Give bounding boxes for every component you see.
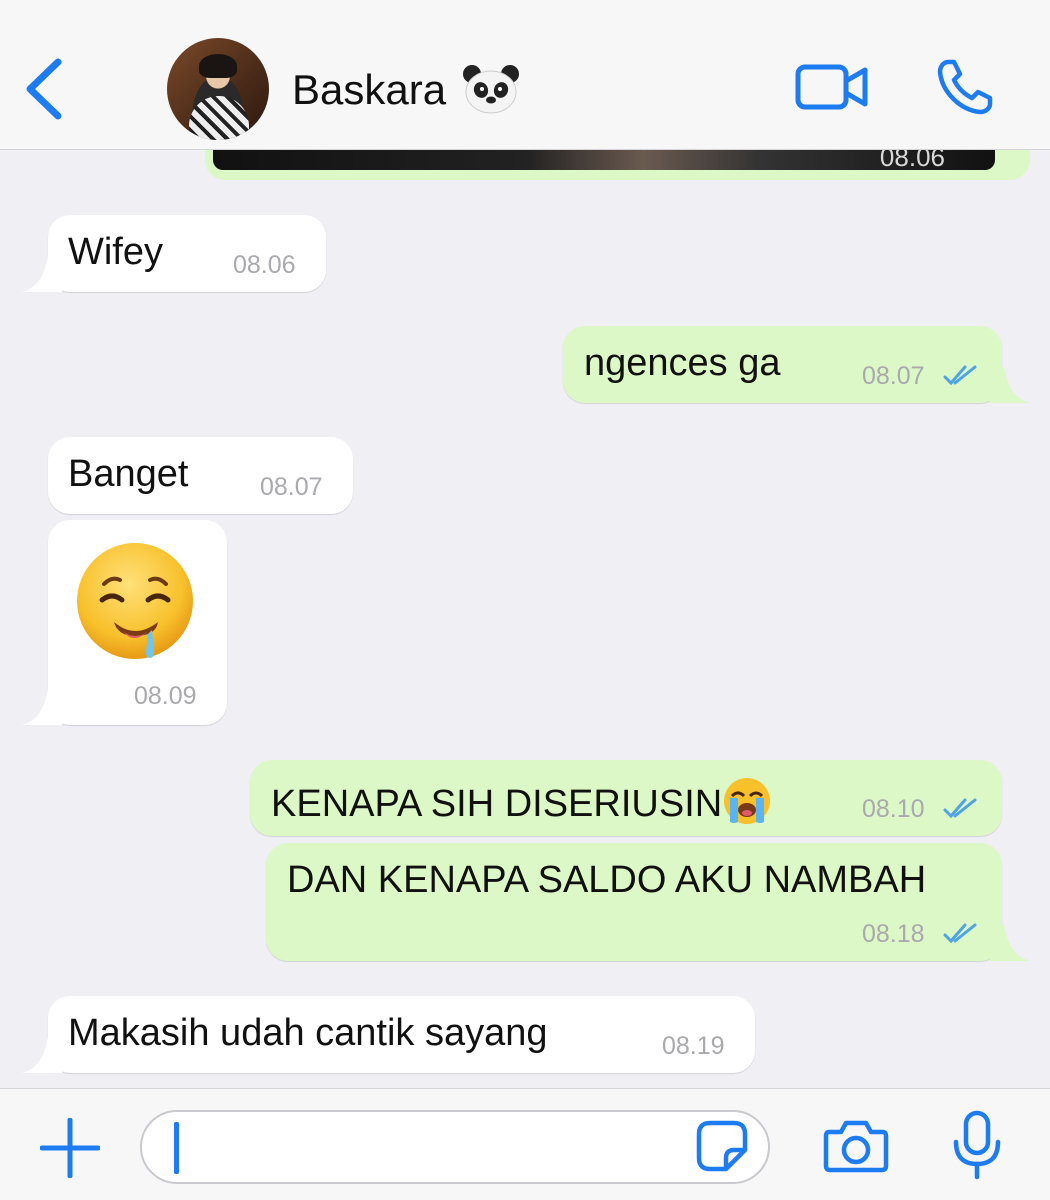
text-caret (174, 1122, 179, 1174)
message-time: 08.19 (662, 1032, 725, 1060)
message-text: ngences ga (584, 342, 781, 384)
video-call-icon[interactable] (795, 62, 869, 112)
read-ticks-icon (943, 365, 977, 386)
message-text-content: KENAPA SIH DISERIUSIN (271, 783, 723, 825)
message-time: 08.07 (862, 362, 925, 390)
phone-call-icon[interactable] (936, 58, 994, 116)
message-text: KENAPA SIH DISERIUSIN (271, 776, 772, 826)
bubble-tail (22, 689, 62, 725)
message-text: Wifey (68, 231, 163, 273)
loudly-crying-face-emoji-icon (724, 778, 771, 824)
panda-face-emoji-icon (463, 65, 519, 114)
bubble-tail (990, 367, 1030, 403)
message-time: 08.09 (134, 682, 197, 710)
incoming-message[interactable]: Wifey 08.06 (22, 215, 326, 292)
chat-header: Baskara (0, 0, 1050, 150)
microphone-icon[interactable] (950, 1110, 1004, 1180)
sticker-icon[interactable] (696, 1120, 748, 1172)
outgoing-message[interactable]: ngences ga 08.07 (563, 326, 1030, 403)
message-input[interactable] (140, 1110, 770, 1184)
contact-name[interactable]: Baskara (292, 66, 446, 114)
message-time: 08.07 (260, 473, 323, 501)
outgoing-message[interactable]: KENAPA SIH DISERIUSIN 08.10 (250, 760, 1002, 836)
read-ticks-icon (943, 798, 977, 819)
incoming-message[interactable]: Makasih udah cantik sayang 08.19 (22, 996, 755, 1073)
previous-message-time: 08.06 (879, 148, 945, 172)
bubble-tail (22, 1037, 62, 1073)
bubble-tail (990, 925, 1030, 961)
message-time: 08.06 (233, 251, 296, 279)
back-chevron-icon[interactable] (22, 56, 66, 122)
outgoing-message[interactable]: DAN KENAPA SALDO AKU NAMBAH 08.18 (266, 843, 1030, 961)
message-text: DAN KENAPA SALDO AKU NAMBAH (287, 859, 927, 901)
incoming-emoji-message[interactable]: 08.09 (22, 520, 227, 725)
camera-icon[interactable] (823, 1118, 889, 1174)
bubble-tail (22, 256, 62, 292)
contact-avatar[interactable] (167, 38, 269, 140)
message-time: 08.10 (862, 795, 925, 823)
previous-image-message[interactable]: 08.06 (205, 148, 1030, 180)
message-text: Banget (68, 453, 189, 495)
previous-image-thumbnail (213, 148, 995, 170)
message-text: Makasih udah cantik sayang (68, 1012, 548, 1054)
read-ticks-icon (943, 923, 977, 944)
plus-icon[interactable] (40, 1118, 100, 1178)
drooling-face-emoji-icon (77, 543, 193, 659)
message-time: 08.18 (862, 920, 925, 948)
incoming-message[interactable]: Banget 08.07 (48, 437, 353, 514)
